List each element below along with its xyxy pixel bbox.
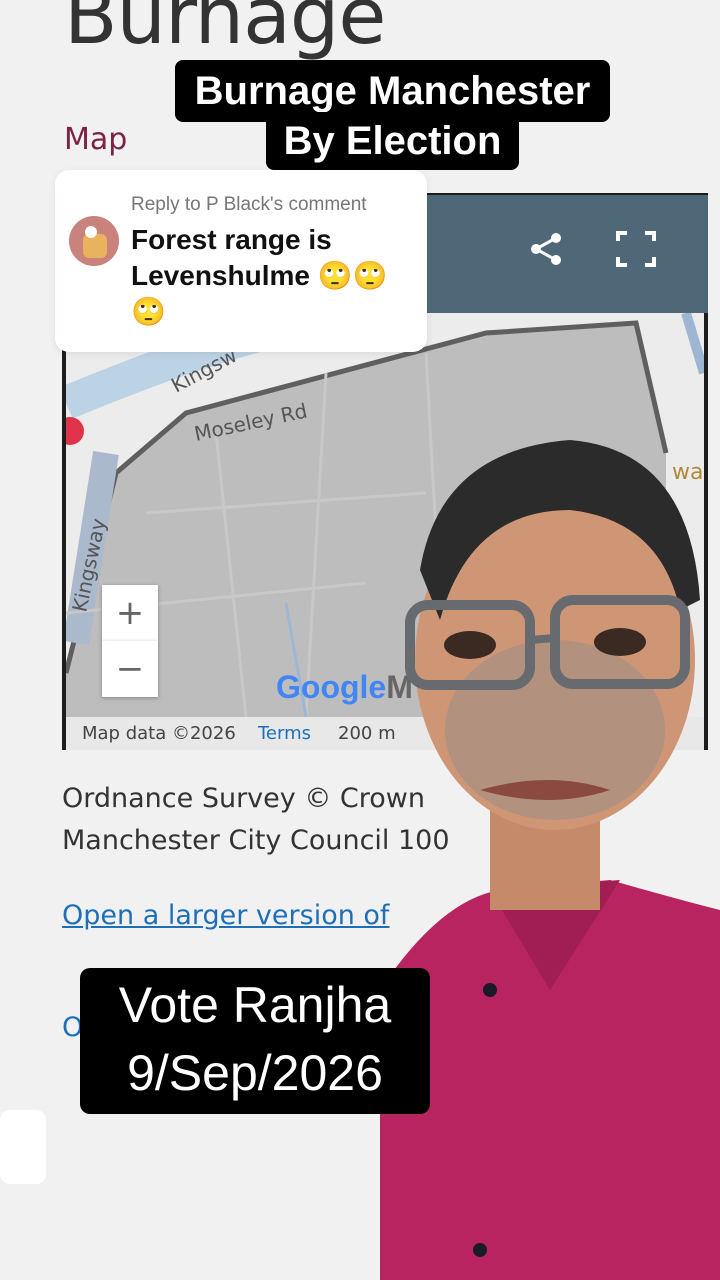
map-section-label: Map (64, 122, 128, 157)
presenter-image (380, 440, 720, 1280)
map-data-credit: Map data ©2026 (82, 723, 236, 744)
zoom-out-button[interactable]: − (102, 641, 158, 697)
comment-reply-bubble[interactable]: Reply to P Black's comment Forest range … (55, 170, 427, 352)
terms-link[interactable]: Terms (258, 723, 311, 744)
share-icon[interactable] (528, 231, 564, 276)
comment-context: Reply to P Black's comment (131, 194, 367, 215)
zoom-in-button[interactable]: + (102, 585, 158, 641)
open-larger-map-link[interactable]: Open a larger version of (62, 900, 389, 931)
fullscreen-icon[interactable] (616, 231, 656, 276)
caption-title-line2: By Election (266, 112, 519, 170)
bottom-card (0, 1110, 46, 1184)
comment-text: Forest range is Levenshulme 🙄🙄🙄 (131, 224, 388, 327)
page-title: Burnage (64, 0, 386, 62)
caption-vote: Vote Ranjha 9/Sep/2026 (80, 968, 430, 1114)
avatar (69, 216, 119, 266)
